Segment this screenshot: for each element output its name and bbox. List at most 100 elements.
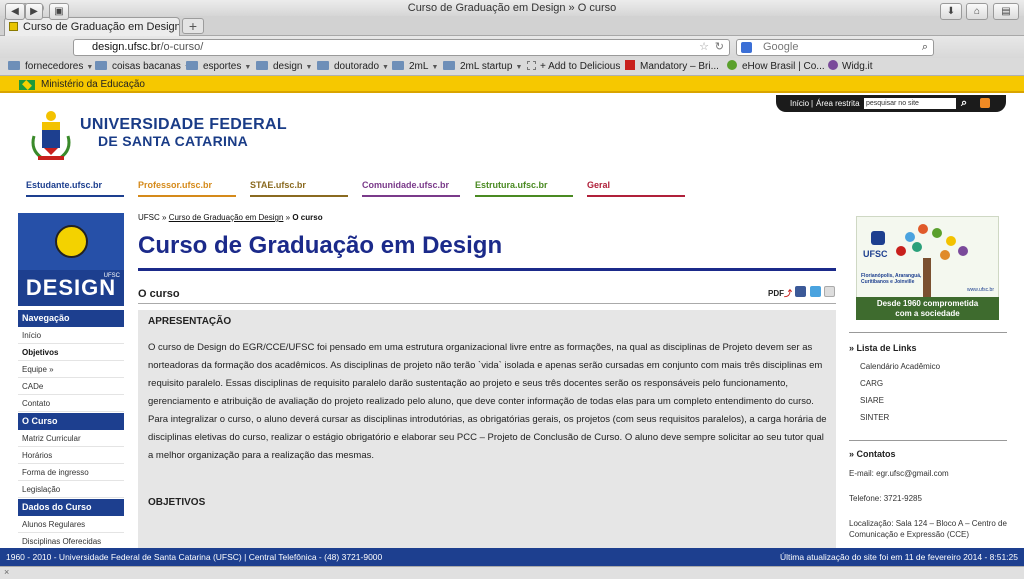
section-heading-apresentacao: APRESENTAÇÃO xyxy=(148,316,232,327)
folder-icon xyxy=(392,61,404,70)
fish-icon xyxy=(55,225,88,258)
forward-button[interactable]: ▶ xyxy=(25,3,43,20)
section-comunidade[interactable]: Comunidade.ufsc.br xyxy=(362,180,460,197)
folder-icon xyxy=(8,61,20,70)
bookmark-label: Widg.it xyxy=(842,61,873,72)
link-calendario[interactable]: Calendário Acadêmico xyxy=(860,362,940,371)
address-bar[interactable]: design.ufsc.br/o-curso/ ☆ ↻ xyxy=(73,39,730,56)
folder-icon xyxy=(186,61,198,70)
search-bar[interactable]: Google ⌕ xyxy=(736,39,934,56)
banner-caption: Desde 1960 comprometida com a sociedade xyxy=(856,297,999,320)
bookmark-ehow[interactable]: eHow Brasil | Co... xyxy=(727,60,825,74)
site-footer: 1960 - 2010 - Universidade Federal de Sa… xyxy=(0,548,1024,566)
section-estudante[interactable]: Estudante.ufsc.br xyxy=(26,180,124,197)
tab-view-button[interactable]: ▣ xyxy=(49,3,69,20)
banner-line2: com a sociedade xyxy=(895,309,960,318)
tree-leaf xyxy=(912,242,922,252)
tree-leaf xyxy=(896,246,906,256)
banner-site: www.ufsc.br xyxy=(967,287,994,293)
tab-title: Curso de Graduação em Design ... xyxy=(23,21,180,33)
sidebar-item-objetivos[interactable]: Objetivos xyxy=(18,344,124,361)
pdf-icon: ⤴ xyxy=(784,289,792,298)
bookmark-coisas-bacanas[interactable]: coisas bacanas▼ xyxy=(95,60,191,75)
breadcrumb: UFSC » Curso de Graduação em Design » O … xyxy=(138,213,323,222)
presentation-paragraph: O curso de Design do EGR/CCE/UFSC foi pe… xyxy=(148,342,827,461)
pdf-label: PDF xyxy=(768,289,784,298)
bookmark-label: doutorado xyxy=(334,61,380,72)
section-stae[interactable]: STAE.ufsc.br xyxy=(250,180,348,197)
breadcrumb-separator: » xyxy=(285,213,291,222)
menu-button[interactable]: ▤ xyxy=(993,3,1019,20)
link-carg[interactable]: CARG xyxy=(860,379,883,388)
subtitle-divider xyxy=(138,303,836,304)
link-sinter[interactable]: SINTER xyxy=(860,413,889,422)
tree-trunk xyxy=(923,258,931,298)
sidebar-item-equipe[interactable]: Equipe » xyxy=(18,361,124,378)
sidebar-item-matriz[interactable]: Matriz Curricular xyxy=(18,430,124,447)
folder-icon xyxy=(256,61,268,70)
breadcrumb-root[interactable]: UFSC xyxy=(138,213,160,222)
links-heading: » Lista de Links xyxy=(849,343,917,353)
bookmark-esportes[interactable]: esportes ▼ xyxy=(186,60,251,75)
bookmark-doutorado[interactable]: doutorado ▼ xyxy=(317,60,389,75)
tree-leaf xyxy=(918,224,928,234)
ministry-link[interactable]: Ministério da Educação xyxy=(41,79,145,90)
bookmark-2ml[interactable]: 2mL ▼ xyxy=(392,60,438,75)
footer-right: Última atualização do site foi em 11 de … xyxy=(780,552,1018,562)
tree-leaf xyxy=(905,232,915,242)
sidebar-item-ingresso[interactable]: Forma de ingresso xyxy=(18,464,124,481)
browser-status-bar: × xyxy=(0,566,1024,579)
utility-separator: | xyxy=(811,99,814,108)
sidebar-dados-heading: Dados do Curso xyxy=(18,499,124,516)
right-divider xyxy=(849,440,1007,441)
sidebar-item-inicio[interactable]: Início xyxy=(18,327,124,344)
site-search-input[interactable]: pesquisar no site xyxy=(864,98,956,109)
bookmark-2ml-startup[interactable]: 2mL startup ▼ xyxy=(443,60,522,75)
banner-line1: Desde 1960 comprometida xyxy=(876,299,979,308)
reload-icon[interactable]: ↻ xyxy=(715,40,724,55)
widgit-icon xyxy=(828,60,838,70)
restricted-area-link[interactable]: Área restrita xyxy=(816,95,860,112)
bookmark-delicious[interactable]: + Add to Delicious xyxy=(527,60,620,74)
contacts-heading: » Contatos xyxy=(849,449,896,459)
bookmark-fornecedores[interactable]: fornecedores ▼ xyxy=(8,60,93,75)
pdf-button[interactable]: PDF⤴ xyxy=(768,288,792,299)
contact-location: Localização: Sala 124 – Bloco A – Centro… xyxy=(849,519,1007,539)
mandatory-icon xyxy=(625,60,635,70)
download-button[interactable]: ⬇ xyxy=(940,3,962,20)
facebook-icon[interactable] xyxy=(795,286,806,297)
email-icon[interactable] xyxy=(824,286,835,297)
bookmark-design[interactable]: design ▼ xyxy=(256,60,312,75)
close-addon-bar-icon[interactable]: × xyxy=(4,567,9,577)
twitter-icon[interactable] xyxy=(810,286,821,297)
folder-icon xyxy=(443,61,455,70)
section-professor[interactable]: Professor.ufsc.br xyxy=(138,180,236,197)
ufsc-crest-logo[interactable] xyxy=(28,108,74,164)
new-tab-button[interactable]: + xyxy=(182,18,204,34)
bookmark-widgit[interactable]: Widg.it xyxy=(828,60,873,74)
sidebar-item-alunos[interactable]: Alunos Regulares xyxy=(18,516,124,533)
rss-icon[interactable] xyxy=(980,98,990,108)
google-icon xyxy=(741,42,752,53)
sidebar-item-cade[interactable]: CADe xyxy=(18,378,124,395)
design-course-logo[interactable]: UFSC DESIGN xyxy=(18,213,124,306)
double-chevron-icon: » xyxy=(849,343,857,353)
sidebar-item-horarios[interactable]: Horários xyxy=(18,447,124,464)
section-estrutura[interactable]: Estrutura.ufsc.br xyxy=(475,180,573,197)
home-link[interactable]: Início xyxy=(790,95,809,112)
home-button[interactable]: ⌂ xyxy=(966,3,988,20)
back-button[interactable]: ◀ xyxy=(5,3,25,20)
ehow-icon xyxy=(727,60,737,70)
sidebar-item-legislacao[interactable]: Legislação xyxy=(18,481,124,498)
government-bar: Ministério da Educação xyxy=(0,76,1024,93)
breadcrumb-parent[interactable]: Curso de Graduação em Design xyxy=(169,213,284,222)
magnifier-icon[interactable]: ⌕ xyxy=(922,40,928,55)
sidebar-item-contato[interactable]: Contato xyxy=(18,395,124,412)
bookmark-mandatory[interactable]: Mandatory – Bri... xyxy=(625,60,719,74)
section-geral[interactable]: Geral xyxy=(587,180,685,197)
window-title: Curso de Graduação em Design » O curso xyxy=(407,2,617,14)
site-search-icon[interactable]: ⌕ xyxy=(961,95,967,112)
bookmark-label: eHow Brasil | Co... xyxy=(742,61,825,72)
bookmark-star-icon[interactable]: ☆ xyxy=(699,40,709,55)
link-siare[interactable]: SIARE xyxy=(860,396,884,405)
